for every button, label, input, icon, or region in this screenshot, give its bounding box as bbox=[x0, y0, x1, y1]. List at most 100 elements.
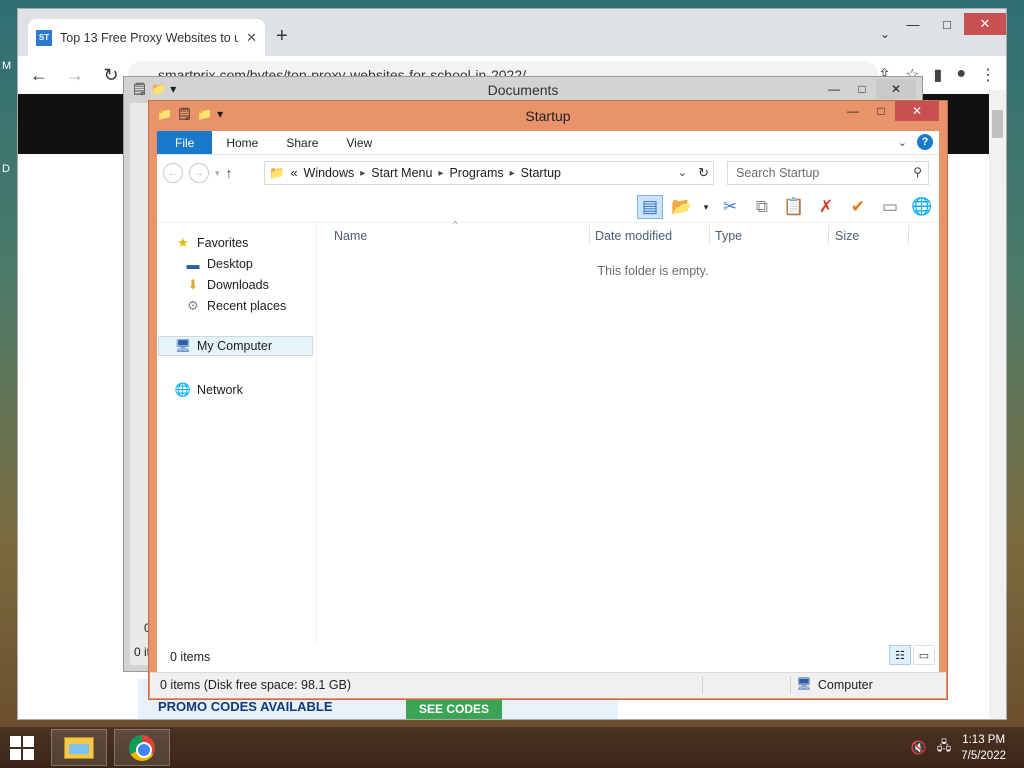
command-toolbar: ▤ 📂 ▾ ✂ ⧉ 📋 ✗ ✔ ▭ 🌐 bbox=[157, 191, 939, 223]
chevron-down-icon[interactable]: ⌄ bbox=[678, 166, 687, 179]
refresh-icon[interactable]: ↻ bbox=[698, 165, 709, 181]
forward-icon[interactable]: → bbox=[64, 65, 86, 86]
nav-downloads[interactable]: ⬇ Downloads bbox=[185, 275, 269, 295]
nav-favorites-label: Favorites bbox=[197, 236, 249, 250]
maximize-button[interactable]: □ bbox=[930, 13, 964, 35]
preview-pane-icon[interactable]: ▤ bbox=[637, 195, 663, 219]
minimize-button[interactable]: — bbox=[820, 79, 848, 99]
volume-muted-icon[interactable]: 🔇 bbox=[911, 740, 927, 756]
tab-view[interactable]: View bbox=[332, 131, 386, 154]
column-size[interactable]: Size bbox=[835, 229, 859, 243]
startup-window-controls: — □ ✕ bbox=[839, 101, 939, 121]
network-status-icon[interactable]: 🖧 bbox=[937, 737, 952, 759]
breadcrumb-start-menu[interactable]: Start Menu bbox=[371, 166, 432, 180]
back-icon[interactable]: ← bbox=[163, 163, 183, 183]
breadcrumb-programs[interactable]: Programs bbox=[449, 166, 503, 180]
column-divider[interactable] bbox=[828, 225, 829, 245]
checkmark-icon[interactable]: ✔ bbox=[845, 195, 871, 219]
column-name[interactable]: Name bbox=[334, 229, 367, 243]
breadcrumb-windows[interactable]: Windows bbox=[304, 166, 355, 180]
startup-titlebar[interactable]: 📁 🗒 📁 ▾ Startup — □ ✕ bbox=[149, 101, 947, 131]
close-button[interactable]: ✕ bbox=[876, 79, 916, 99]
chevron-right-icon[interactable]: ▸ bbox=[360, 168, 365, 179]
chevron-right-icon[interactable]: ▸ bbox=[510, 168, 515, 179]
see-codes-button[interactable]: SEE CODES bbox=[406, 699, 502, 719]
forward-icon[interactable]: → bbox=[189, 163, 209, 183]
tab-file[interactable]: File bbox=[157, 131, 213, 154]
large-icons-view-icon[interactable]: ▭ bbox=[913, 645, 935, 665]
delete-icon[interactable]: ✗ bbox=[813, 195, 839, 219]
toolbar-icons: ▤ 📂 ▾ ✂ ⧉ 📋 ✗ ✔ ▭ 🌐 bbox=[637, 195, 935, 219]
maximize-button[interactable]: □ bbox=[867, 101, 895, 121]
close-button[interactable]: ✕ bbox=[895, 101, 939, 121]
nav-computer-label: My Computer bbox=[197, 339, 273, 353]
cut-icon[interactable]: ✂ bbox=[717, 195, 743, 219]
chevron-right-icon[interactable]: ▸ bbox=[438, 168, 443, 179]
menu-icon[interactable]: ⋮ bbox=[980, 65, 996, 85]
column-type[interactable]: Type bbox=[715, 229, 742, 243]
tab-share[interactable]: Share bbox=[272, 131, 332, 154]
status-location-label: Computer bbox=[817, 677, 873, 692]
column-divider[interactable] bbox=[589, 225, 590, 245]
status-detail: 0 items (Disk free space: 98.1 GB) bbox=[160, 678, 352, 692]
nav-favorites[interactable]: ★ Favorites bbox=[175, 233, 248, 253]
tab-title: Top 13 Free Proxy Websites to ur bbox=[60, 30, 239, 45]
back-icon[interactable]: ← bbox=[28, 65, 50, 86]
paste-icon[interactable]: 📋 bbox=[781, 195, 807, 219]
profile-icon[interactable]: ● bbox=[956, 65, 966, 85]
folder-options-icon[interactable]: 📂 bbox=[669, 195, 695, 219]
recent-locations-icon[interactable]: ▾ bbox=[215, 168, 220, 179]
windows-logo-icon bbox=[23, 749, 34, 760]
minimize-button[interactable]: — bbox=[896, 13, 930, 35]
tab-close-icon[interactable]: ✕ bbox=[246, 30, 257, 46]
clock-date: 7/5/2022 bbox=[961, 749, 1006, 762]
chevron-down-icon[interactable]: ▾ bbox=[701, 195, 711, 219]
scroll-thumb[interactable] bbox=[992, 110, 1003, 138]
copy-icon[interactable]: ⧉ bbox=[749, 195, 775, 219]
close-button[interactable]: ✕ bbox=[964, 13, 1006, 35]
breadcrumb-overflow[interactable]: « bbox=[291, 166, 298, 180]
address-bar[interactable]: 📁 « Windows ▸ Start Menu ▸ Programs ▸ St… bbox=[264, 161, 714, 185]
rename-icon[interactable]: ▭ bbox=[877, 195, 903, 219]
tab-search-icon[interactable]: ⌄ bbox=[880, 27, 890, 41]
nav-my-computer[interactable]: 🖥 My Computer bbox=[158, 336, 313, 356]
side-panel-icon[interactable]: ▮ bbox=[934, 65, 943, 85]
clock[interactable]: 1:13 PM 7/5/2022 bbox=[961, 732, 1006, 764]
column-date-modified[interactable]: Date modified bbox=[595, 229, 672, 243]
breadcrumb-startup[interactable]: Startup bbox=[521, 166, 561, 180]
downloads-icon: ⬇ bbox=[187, 277, 199, 292]
up-icon[interactable]: ↑ bbox=[226, 165, 233, 181]
taskbar-file-explorer[interactable] bbox=[51, 729, 107, 766]
network-icon: 🌐 bbox=[174, 382, 192, 397]
minimize-button[interactable]: — bbox=[839, 101, 867, 121]
tab-strip: ST Top 13 Free Proxy Websites to ur ✕ + … bbox=[18, 9, 1006, 56]
content-area: ★ Favorites ▬ Desktop ⬇ Downloads ⚙ Rece… bbox=[157, 219, 939, 645]
status-divider bbox=[790, 676, 791, 694]
expand-ribbon-icon[interactable]: ⌄ bbox=[898, 136, 907, 149]
chrome-window-controls: — □ ✕ bbox=[896, 13, 1006, 35]
browser-tab[interactable]: ST Top 13 Free Proxy Websites to ur ✕ bbox=[28, 19, 265, 56]
maximize-button[interactable]: □ bbox=[848, 79, 876, 99]
new-tab-button[interactable]: + bbox=[276, 25, 288, 48]
column-divider[interactable] bbox=[709, 225, 710, 245]
search-icon[interactable]: ⚲ bbox=[913, 165, 922, 179]
view-buttons: ☷ ▭ bbox=[889, 645, 935, 665]
reload-icon[interactable]: ↻ bbox=[100, 65, 122, 86]
details-view-icon[interactable]: ☷ bbox=[889, 645, 911, 665]
column-divider[interactable] bbox=[908, 225, 909, 245]
system-tray: 🔇 🖧 1:13 PM 7/5/2022 bbox=[911, 727, 1024, 768]
network-globe-icon[interactable]: 🌐 bbox=[909, 195, 935, 219]
ribbon-right: ⌄ ? bbox=[898, 134, 933, 150]
help-icon[interactable]: ? bbox=[917, 134, 933, 150]
file-explorer-icon bbox=[64, 736, 94, 759]
address-row: ← → ▾ ↑ 📁 « Windows ▸ Start Menu ▸ Progr… bbox=[157, 155, 939, 191]
nav-network[interactable]: 🌐 Network bbox=[175, 380, 243, 400]
nav-recent-places[interactable]: ⚙ Recent places bbox=[185, 296, 286, 316]
page-scrollbar[interactable] bbox=[989, 90, 1006, 719]
site-favicon-icon: ST bbox=[36, 29, 52, 46]
start-button[interactable] bbox=[10, 736, 34, 760]
search-input[interactable]: Search Startup ⚲ bbox=[727, 161, 929, 185]
taskbar-chrome[interactable] bbox=[114, 729, 170, 766]
documents-nav-strip bbox=[130, 103, 150, 665]
tab-home[interactable]: Home bbox=[212, 131, 272, 154]
